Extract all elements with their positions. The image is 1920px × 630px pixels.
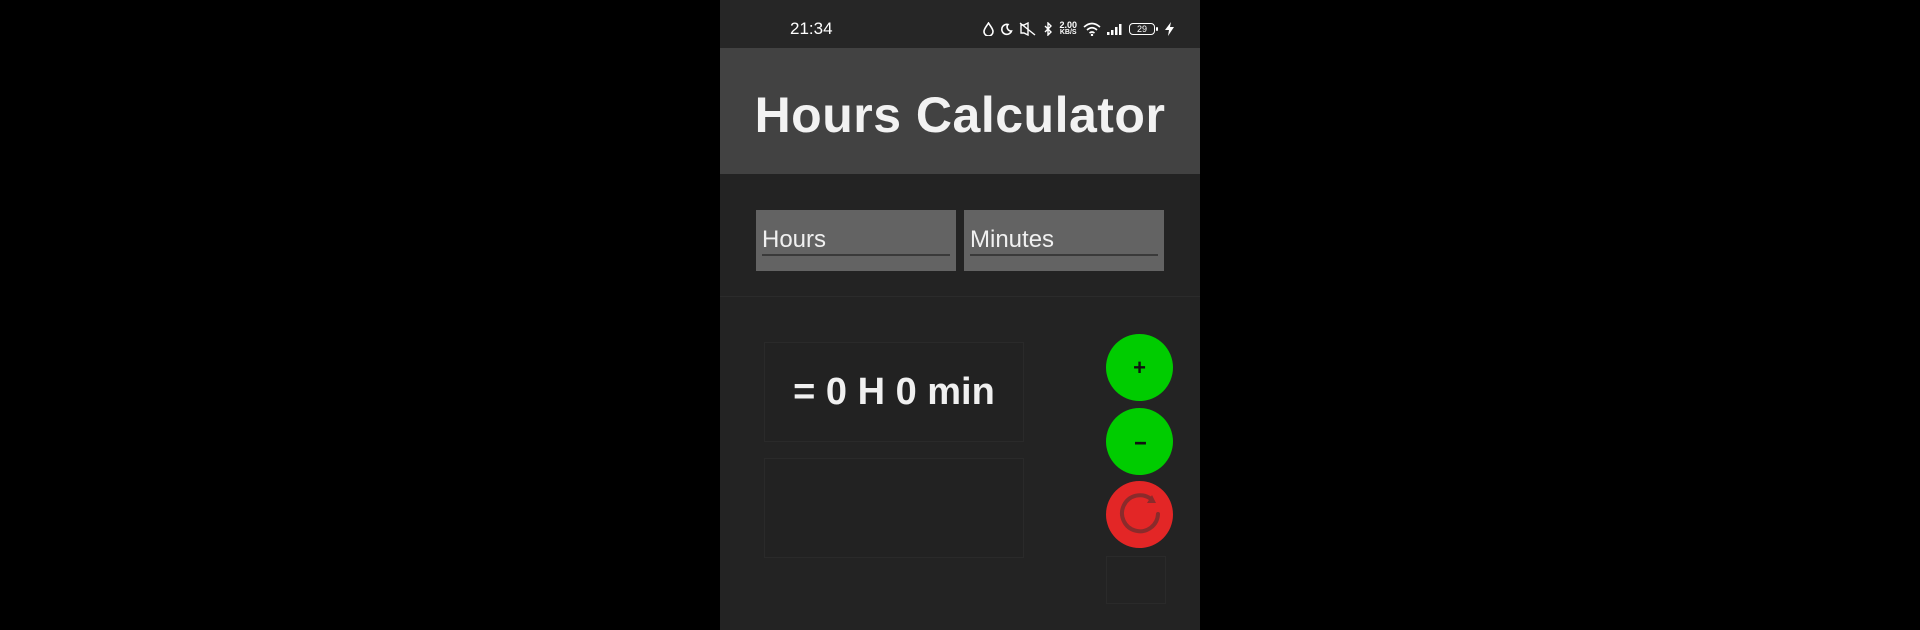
droplet-icon	[983, 22, 995, 36]
hours-field-container	[756, 210, 956, 271]
charging-icon	[1165, 22, 1174, 36]
result-panel: = 0 H 0 min	[764, 342, 1024, 442]
result-text: = 0 H 0 min	[793, 371, 995, 413]
bluetooth-icon	[1043, 22, 1053, 36]
subtract-button[interactable]: --	[1106, 408, 1173, 475]
moon-icon	[1000, 23, 1014, 36]
page-title: Hours Calculator	[754, 87, 1166, 143]
network-speed: 2.00 KB/S	[1059, 20, 1077, 37]
app-screen: 21:34 2.00 KB/S 29 Hours Calculator Hour…	[720, 0, 1200, 630]
refresh-icon	[1114, 487, 1166, 542]
status-bar: 21:34 2.00 KB/S 29	[720, 0, 1200, 48]
battery-indicator: 29	[1129, 23, 1158, 35]
section-divider	[720, 296, 1200, 297]
minutes-input[interactable]	[970, 226, 1158, 256]
minutes-field-container	[964, 210, 1164, 271]
empty-panel	[1106, 556, 1166, 604]
add-button[interactable]: +	[1106, 334, 1173, 401]
hours-input[interactable]	[762, 226, 950, 256]
mute-icon	[1019, 22, 1037, 36]
reset-button[interactable]	[1106, 481, 1173, 548]
signal-icon	[1107, 23, 1123, 35]
wifi-icon	[1083, 22, 1101, 36]
title-bar: Hours Calculator	[720, 48, 1200, 174]
history-panel	[764, 458, 1024, 558]
status-icons: 2.00 KB/S 29	[983, 18, 1174, 40]
status-time: 21:34	[790, 19, 833, 38]
